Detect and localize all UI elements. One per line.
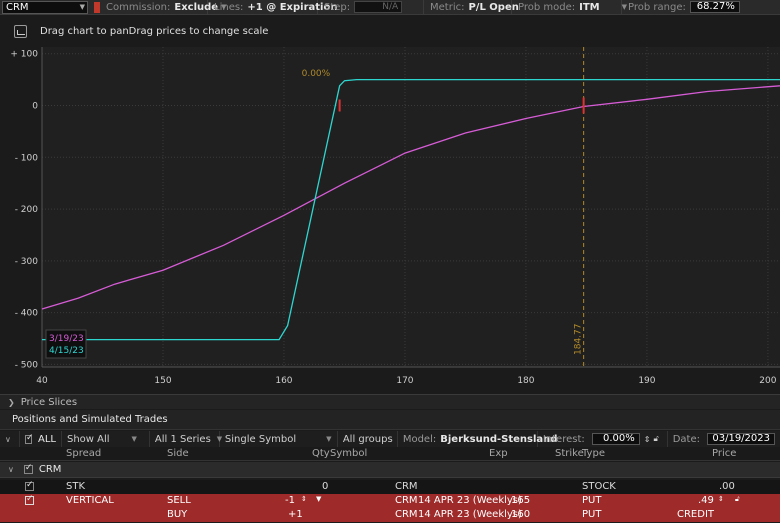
collapse-toggle[interactable]: ∨ (0, 431, 20, 447)
hint-text: Drag chart to panDrag prices to change s… (40, 25, 269, 37)
select-all[interactable]: ALL (20, 431, 62, 447)
col-price[interactable]: Price (712, 448, 736, 459)
probability-label: 0.00% (302, 69, 331, 79)
chevron-down-icon[interactable]: ▼ (316, 495, 321, 503)
y-tick-label: - 100 (15, 153, 39, 163)
series-filter[interactable]: All 1 Series ▼ (150, 431, 222, 447)
date-input[interactable]: 03/19/2023 (707, 433, 775, 445)
positions-header-row: Spread Side Qty Symbol Exp Strike Type P… (0, 447, 780, 461)
legend-item-1: 4/15/23 (49, 346, 84, 356)
x-tick-label: 150 (154, 376, 171, 386)
x-tick-label: 180 (517, 376, 534, 386)
row-checkbox[interactable] (25, 494, 34, 505)
qty-spinner-icon[interactable]: ⇕ (301, 495, 307, 503)
chevron-right-icon[interactable]: ❯ (8, 398, 15, 407)
lines-selector[interactable]: Lines: +1 @ Expiration (208, 0, 337, 15)
show-filter[interactable]: Show All ▼ (62, 431, 150, 447)
chart-svg[interactable]: + 100 0 - 100 - 200 - 300 - 400 - 500 40 150 160 1… (0, 47, 780, 391)
lock-icon[interactable]: 🔓︎ (735, 495, 740, 504)
group-row-crm[interactable]: ∨ CRM (0, 462, 780, 478)
table-row[interactable]: VERTICAL SELL -1 ⇕ ▼ CRM 14 APR 23 (Week… (0, 494, 780, 508)
plot-area (42, 47, 780, 367)
col-exp[interactable]: Exp (489, 448, 508, 459)
y-tick-label: - 500 (15, 360, 39, 370)
symbol-value: CRM (6, 1, 29, 13)
y-tick-label: - 400 (15, 309, 39, 319)
y-tick-label: + 100 (10, 50, 38, 60)
lock-icon[interactable]: 🔓︎ (653, 434, 658, 444)
prob-range-input[interactable]: 68.27% (689, 1, 740, 13)
select-all-checkbox[interactable] (24, 433, 34, 444)
x-tick-label: 40 (36, 376, 48, 386)
prob-range-control: Prob range: 68.27% (622, 0, 746, 15)
col-side[interactable]: Side (167, 448, 189, 459)
y-tick-label: - 200 (15, 205, 39, 215)
chart-icon[interactable] (14, 24, 27, 38)
interest-input[interactable]: 0.00% (591, 433, 640, 445)
interest-control: Interest: 0.00% ⇕ 🔓︎ (538, 431, 668, 447)
current-price-label: 184.77 (574, 324, 584, 356)
x-tick-label: 200 (759, 376, 776, 386)
positions-filter-row: ∨ ALL Show All ▼ All 1 Series ▼ Single S… (0, 431, 780, 447)
x-tick-label: 170 (396, 376, 413, 386)
chevron-down-icon[interactable]: ∨ (8, 465, 14, 474)
metric-selector[interactable]: Metric: P/L Open (424, 0, 519, 15)
y-tick-label: - 300 (15, 257, 39, 267)
col-type[interactable]: Type (582, 448, 605, 459)
step-input[interactable]: N/A (354, 1, 403, 13)
symbol-filter[interactable]: Single Symbol ▼ (220, 431, 338, 447)
price-spinner-icon[interactable]: ⇕ (718, 495, 724, 503)
positions-title: Positions and Simulated Trades (0, 410, 780, 430)
group-checkbox[interactable] (23, 463, 33, 474)
y-tick-label: 0 (32, 102, 38, 112)
chart-hint-bar: Drag chart to panDrag prices to change s… (0, 15, 780, 47)
date-control: Date: 03/19/2023 (668, 431, 780, 447)
chevron-down-icon[interactable]: ▼ (80, 2, 85, 13)
col-spread[interactable]: Spread (66, 448, 101, 459)
prob-mode-selector[interactable]: Prob mode: ITM ▼ (512, 0, 627, 15)
col-symbol[interactable]: Symbol (330, 448, 367, 459)
model-selector[interactable]: Model: Bjerksund-Stensland (398, 431, 557, 447)
x-tick-label: 190 (638, 376, 655, 386)
table-row[interactable]: STK 0 CRM STOCK .00 (0, 480, 780, 494)
col-qty[interactable]: Qty (312, 448, 330, 459)
price-slices-label: Price Slices (20, 396, 78, 408)
chevron-down-icon: ▼ (326, 435, 332, 443)
legend-item-0: 3/19/23 (49, 334, 84, 344)
chevron-down-icon[interactable]: ∨ (5, 435, 11, 444)
spinner-icon[interactable]: ⇕ (644, 435, 651, 444)
col-strike[interactable]: Strike (555, 448, 584, 459)
chevron-down-icon: ▼ (131, 435, 137, 443)
symbol-input[interactable]: CRM ▼ (2, 0, 88, 14)
row-checkbox[interactable] (25, 480, 34, 491)
commission-selector[interactable]: Commission: Exclude ▼ (100, 0, 226, 15)
groups-filter[interactable]: All groups (338, 431, 398, 447)
price-slices-bar[interactable]: ❯ Price Slices (0, 394, 780, 409)
group-label: CRM (38, 464, 62, 475)
x-tick-label: 160 (275, 376, 292, 386)
break-even-marker (338, 99, 341, 112)
current-price-marker (582, 97, 585, 114)
top-toolbar: CRM ▼ Commission: Exclude ▼ Lines: +1 @ … (0, 0, 780, 15)
table-row[interactable]: BUY +1 CRM 14 APR 23 (Weeklys) 160 PUT C… (0, 508, 780, 522)
step-control: Step: N/A (318, 0, 424, 15)
risk-profile-chart[interactable]: + 100 0 - 100 - 200 - 300 - 400 - 500 40 150 160 1… (0, 47, 780, 391)
